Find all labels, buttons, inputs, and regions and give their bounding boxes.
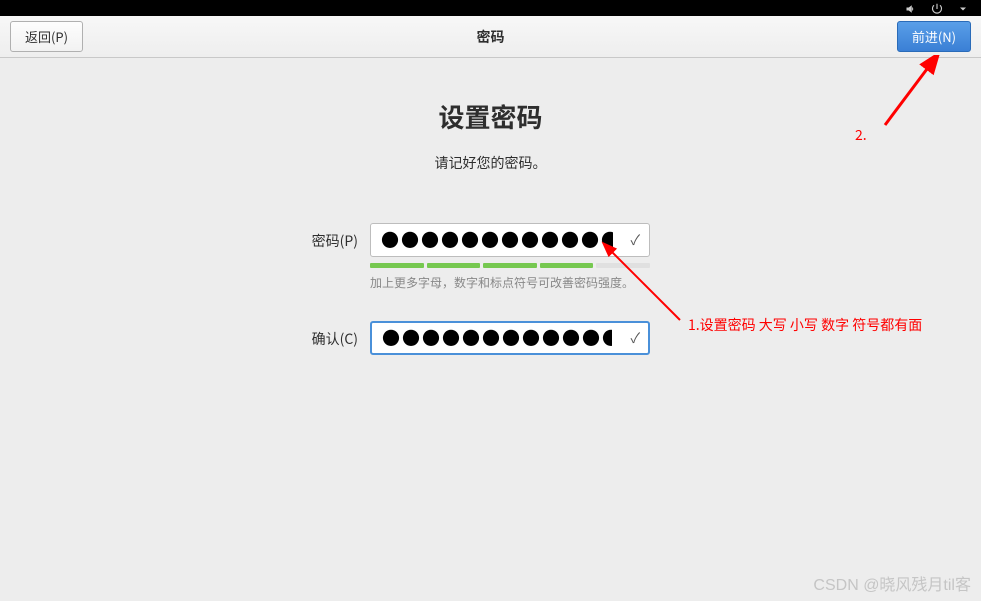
main-heading: 设置密码 — [0, 98, 981, 135]
strength-segment — [427, 263, 481, 268]
strength-meter — [370, 263, 650, 268]
header-bar: 返回(P) 密码 前进(N) — [0, 16, 981, 58]
password-input[interactable] — [370, 223, 650, 257]
back-button[interactable]: 返回(P) — [10, 21, 83, 52]
password-label: 密码(P) — [300, 223, 370, 251]
strength-segment — [596, 263, 650, 268]
subtitle-text: 请记好您的密码。 — [0, 153, 981, 173]
confirm-row: 确认(C) ✓ — [0, 321, 981, 355]
strength-segment — [483, 263, 537, 268]
check-icon: ✓ — [630, 230, 640, 250]
confirm-label: 确认(C) — [300, 321, 370, 349]
system-top-bar — [0, 0, 981, 16]
page-title: 密码 — [477, 27, 505, 47]
strength-segment — [370, 263, 424, 268]
forward-button[interactable]: 前进(N) — [897, 21, 971, 52]
content-area: 设置密码 请记好您的密码。 密码(P) ✓ 加上更多字母，数字和标点符号可改善密… — [0, 58, 981, 355]
strength-segment — [540, 263, 594, 268]
password-row: 密码(P) ✓ 加上更多字母，数字和标点符号可改善密码强度。 — [0, 223, 981, 291]
strength-hint: 加上更多字母，数字和标点符号可改善密码强度。 — [370, 274, 650, 291]
watermark-text: CSDN @晓风残月til客 — [813, 571, 971, 595]
confirm-input[interactable] — [370, 321, 650, 355]
check-icon: ✓ — [630, 328, 640, 348]
